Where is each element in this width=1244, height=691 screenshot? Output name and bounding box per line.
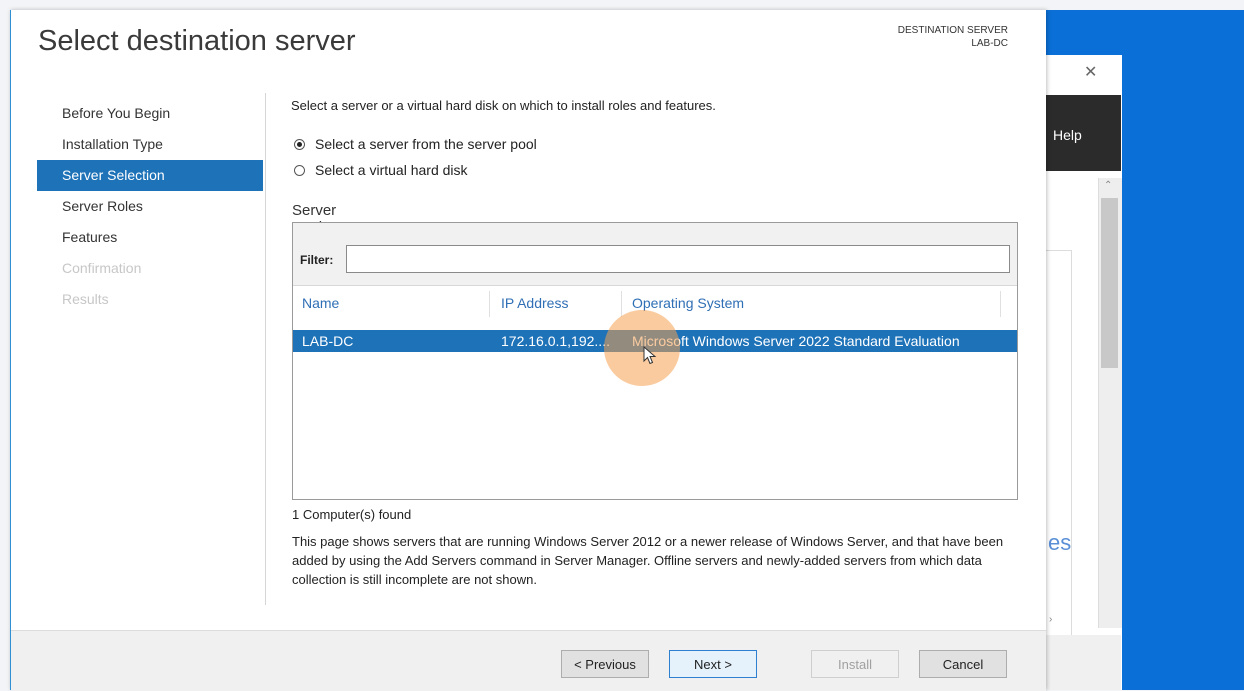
cell-ip-address: 172.16.0.1,192....	[501, 333, 610, 349]
column-separator[interactable]	[489, 291, 490, 317]
column-header-name[interactable]: Name	[302, 295, 339, 311]
filter-input[interactable]	[346, 245, 1010, 273]
scroll-right-icon[interactable]: ›	[1049, 614, 1052, 625]
nav-item-installation-type[interactable]: Installation Type	[37, 129, 263, 160]
description-text: This page shows servers that are running…	[292, 534, 1004, 587]
scrollbar-thumb[interactable]	[1101, 198, 1118, 368]
column-separator[interactable]	[1000, 291, 1001, 317]
page-title: Select destination server	[38, 25, 356, 57]
background-footer	[1040, 635, 1121, 690]
close-icon[interactable]: ✕	[1084, 62, 1097, 81]
wizard-button-bar: < Previous Next > Install Cancel	[11, 630, 1046, 691]
intro-text: Select a server or a virtual hard disk o…	[291, 98, 716, 113]
nav-item-server-roles[interactable]: Server Roles	[37, 191, 263, 222]
previous-button[interactable]: < Previous	[561, 650, 649, 678]
nav-item-before-you-begin[interactable]: Before You Begin	[37, 98, 263, 129]
mouse-pointer-icon	[643, 346, 657, 365]
next-button[interactable]: Next >	[669, 650, 757, 678]
computers-found-count: 1 Computer(s) found	[292, 507, 412, 522]
wizard-navigation: Before You Begin Installation Type Serve…	[37, 98, 263, 315]
background-panel	[1044, 250, 1072, 637]
install-button: Install	[811, 650, 899, 678]
cell-name: LAB-DC	[302, 333, 354, 349]
cell-operating-system: Microsoft Windows Server 2022 Standard E…	[632, 333, 960, 349]
nav-item-confirmation: Confirmation	[62, 260, 142, 276]
radio-button-unselected[interactable]	[294, 164, 305, 176]
column-header-operating-system[interactable]: Operating System	[632, 295, 744, 311]
column-header-ip-address[interactable]: IP Address	[501, 295, 568, 311]
help-menu[interactable]: Help	[1053, 127, 1082, 143]
radio-server-pool-label: Select a server from the server pool	[315, 136, 537, 152]
radio-virtual-hard-disk[interactable]: Select a virtual hard disk	[294, 162, 468, 178]
add-roles-wizard-dialog: Select destination server DESTINATION SE…	[10, 10, 1046, 691]
nav-item-features[interactable]: Features	[37, 222, 263, 253]
nav-item-results: Results	[62, 291, 109, 307]
click-highlight	[604, 310, 680, 386]
column-separator[interactable]	[621, 291, 622, 317]
background-partial-text: es	[1048, 530, 1072, 555]
radio-server-pool[interactable]: Select a server from the server pool	[294, 136, 537, 152]
radio-button-selected[interactable]	[294, 138, 305, 150]
destination-server-value: LAB-DC	[971, 38, 1008, 49]
cancel-button[interactable]: Cancel	[919, 650, 1007, 678]
radio-virtual-hard-disk-label: Select a virtual hard disk	[315, 162, 468, 178]
nav-divider	[265, 93, 266, 605]
nav-item-server-selection[interactable]: Server Selection	[37, 160, 263, 191]
filter-label: Filter:	[300, 253, 334, 267]
scroll-up-icon[interactable]: ⌃	[1104, 180, 1112, 191]
destination-server-label: DESTINATION SERVER	[897, 25, 1008, 36]
filter-area: Filter:	[293, 223, 1017, 286]
